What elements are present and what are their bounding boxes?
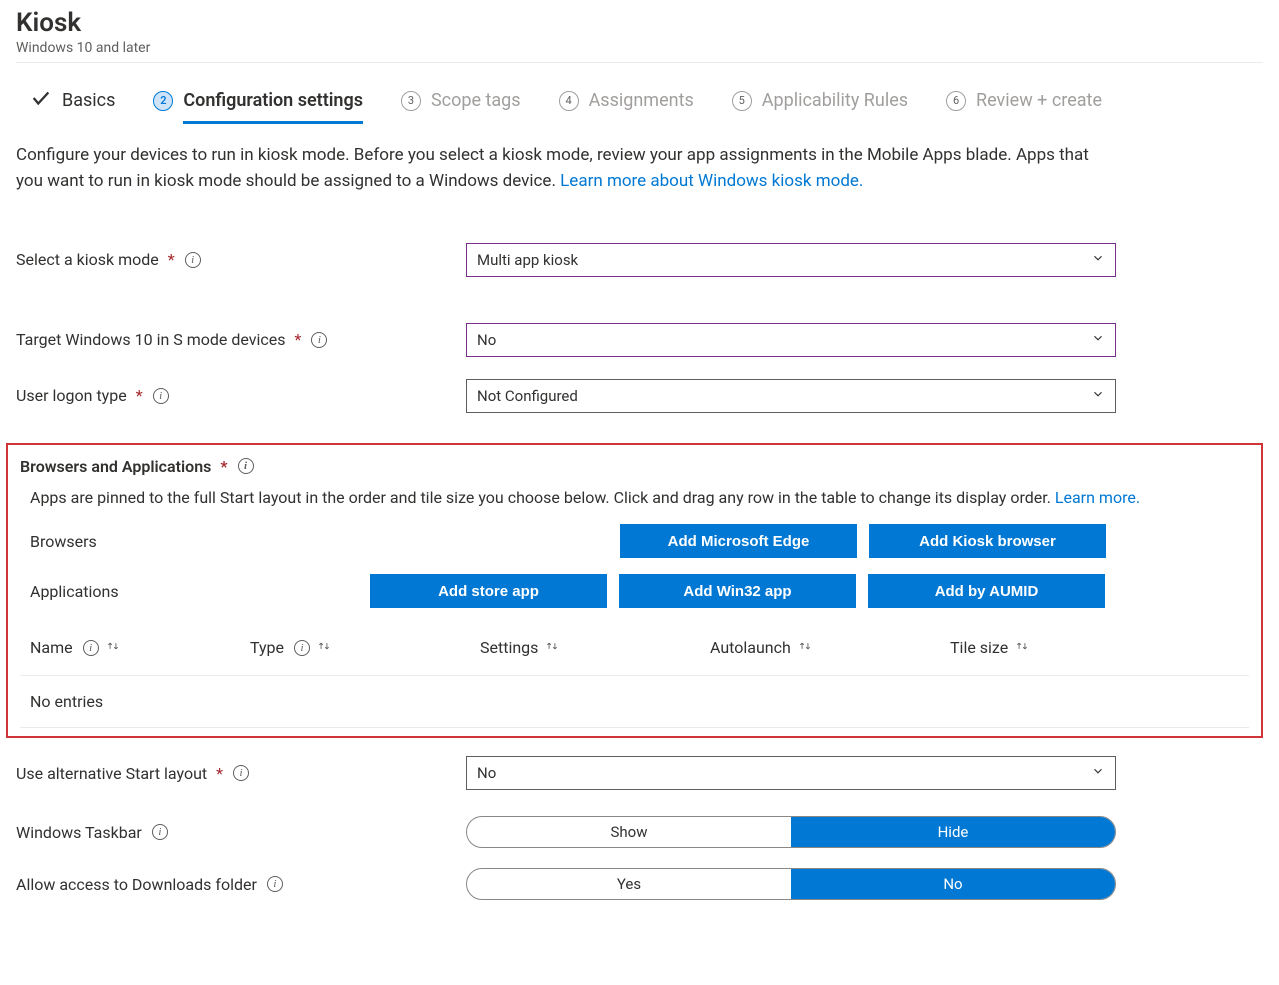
browsers-apps-desc: Apps are pinned to the full Start layout… xyxy=(20,476,1249,521)
info-icon[interactable]: i xyxy=(238,458,254,474)
col-tile-size[interactable]: Tile size xyxy=(950,638,1110,657)
chevron-down-icon xyxy=(1091,764,1105,782)
browsers-label: Browsers xyxy=(30,532,370,551)
downloads-no-option[interactable]: No xyxy=(791,869,1115,899)
required-star: * xyxy=(136,386,143,405)
applications-label: Applications xyxy=(30,582,370,601)
add-kiosk-browser-button[interactable]: Add Kiosk browser xyxy=(869,524,1106,558)
downloads-label: Allow access to Downloads folder i xyxy=(16,875,466,894)
s-mode-label: Target Windows 10 in S mode devices * i xyxy=(16,330,466,349)
taskbar-toggle[interactable]: Show Hide xyxy=(466,816,1116,848)
wizard-step-review[interactable]: 6 Review + create xyxy=(946,90,1102,111)
alt-start-select[interactable]: No xyxy=(466,756,1116,790)
taskbar-label: Windows Taskbar i xyxy=(16,823,466,842)
col-autolaunch[interactable]: Autolaunch xyxy=(710,638,910,657)
page-subtitle: Windows 10 and later xyxy=(16,40,1263,56)
taskbar-hide-option[interactable]: Hide xyxy=(791,817,1115,847)
wizard-step-configuration[interactable]: 2 Configuration settings xyxy=(153,90,363,111)
downloads-toggle[interactable]: Yes No xyxy=(466,868,1116,900)
sort-icon[interactable] xyxy=(1014,638,1030,657)
add-edge-button[interactable]: Add Microsoft Edge xyxy=(620,524,857,558)
page-header: Kiosk Windows 10 and later xyxy=(16,0,1263,63)
col-settings[interactable]: Settings xyxy=(480,638,670,657)
info-icon[interactable]: i xyxy=(153,388,169,404)
check-icon xyxy=(30,87,52,114)
chevron-down-icon xyxy=(1091,331,1105,349)
learn-more-apps-link[interactable]: Learn more. xyxy=(1055,488,1140,507)
wizard-step-scope-tags[interactable]: 3 Scope tags xyxy=(401,90,521,111)
logon-type-select[interactable]: Not Configured xyxy=(466,379,1116,413)
downloads-yes-option[interactable]: Yes xyxy=(467,869,791,899)
info-icon[interactable]: i xyxy=(152,824,168,840)
info-icon[interactable]: i xyxy=(83,640,99,656)
required-star: * xyxy=(295,330,302,349)
chevron-down-icon xyxy=(1091,251,1105,269)
alt-start-label: Use alternative Start layout * i xyxy=(16,764,466,783)
info-icon[interactable]: i xyxy=(185,252,201,268)
info-icon[interactable]: i xyxy=(311,332,327,348)
required-star: * xyxy=(220,457,227,476)
sort-icon[interactable] xyxy=(316,638,332,657)
wizard-step-assignments[interactable]: 4 Assignments xyxy=(559,90,694,111)
page-title: Kiosk xyxy=(16,8,1263,38)
wizard-step-applicability[interactable]: 5 Applicability Rules xyxy=(732,90,908,111)
col-type[interactable]: Type i xyxy=(250,638,440,657)
col-name[interactable]: Name i xyxy=(30,638,210,657)
apps-table-empty: No entries xyxy=(20,676,1249,728)
logon-type-label: User logon type * i xyxy=(16,386,466,405)
kiosk-mode-label: Select a kiosk mode * i xyxy=(16,250,466,269)
info-icon[interactable]: i xyxy=(233,765,249,781)
required-star: * xyxy=(216,764,223,783)
add-store-app-button[interactable]: Add store app xyxy=(370,574,607,608)
intro-text: Configure your devices to run in kiosk m… xyxy=(16,124,1126,203)
wizard-step-basics[interactable]: Basics xyxy=(30,87,115,114)
sort-icon[interactable] xyxy=(544,638,560,657)
info-icon[interactable]: i xyxy=(267,876,283,892)
browsers-apps-title: Browsers and Applications * i xyxy=(20,457,1249,476)
taskbar-show-option[interactable]: Show xyxy=(467,817,791,847)
s-mode-select[interactable]: No xyxy=(466,323,1116,357)
required-star: * xyxy=(168,250,175,269)
wizard-steps: Basics 2 Configuration settings 3 Scope … xyxy=(16,69,1263,124)
browsers-apps-section: Browsers and Applications * i Apps are p… xyxy=(6,443,1263,739)
add-win32-app-button[interactable]: Add Win32 app xyxy=(619,574,856,608)
learn-more-kiosk-link[interactable]: Learn more about Windows kiosk mode. xyxy=(560,171,863,191)
sort-icon[interactable] xyxy=(797,638,813,657)
kiosk-mode-select[interactable]: Multi app kiosk xyxy=(466,243,1116,277)
sort-icon[interactable] xyxy=(105,638,121,657)
chevron-down-icon xyxy=(1091,387,1105,405)
add-aumid-button[interactable]: Add by AUMID xyxy=(868,574,1105,608)
info-icon[interactable]: i xyxy=(294,640,310,656)
apps-table-header: Name i Type i Settings Autolaun xyxy=(20,612,1249,676)
